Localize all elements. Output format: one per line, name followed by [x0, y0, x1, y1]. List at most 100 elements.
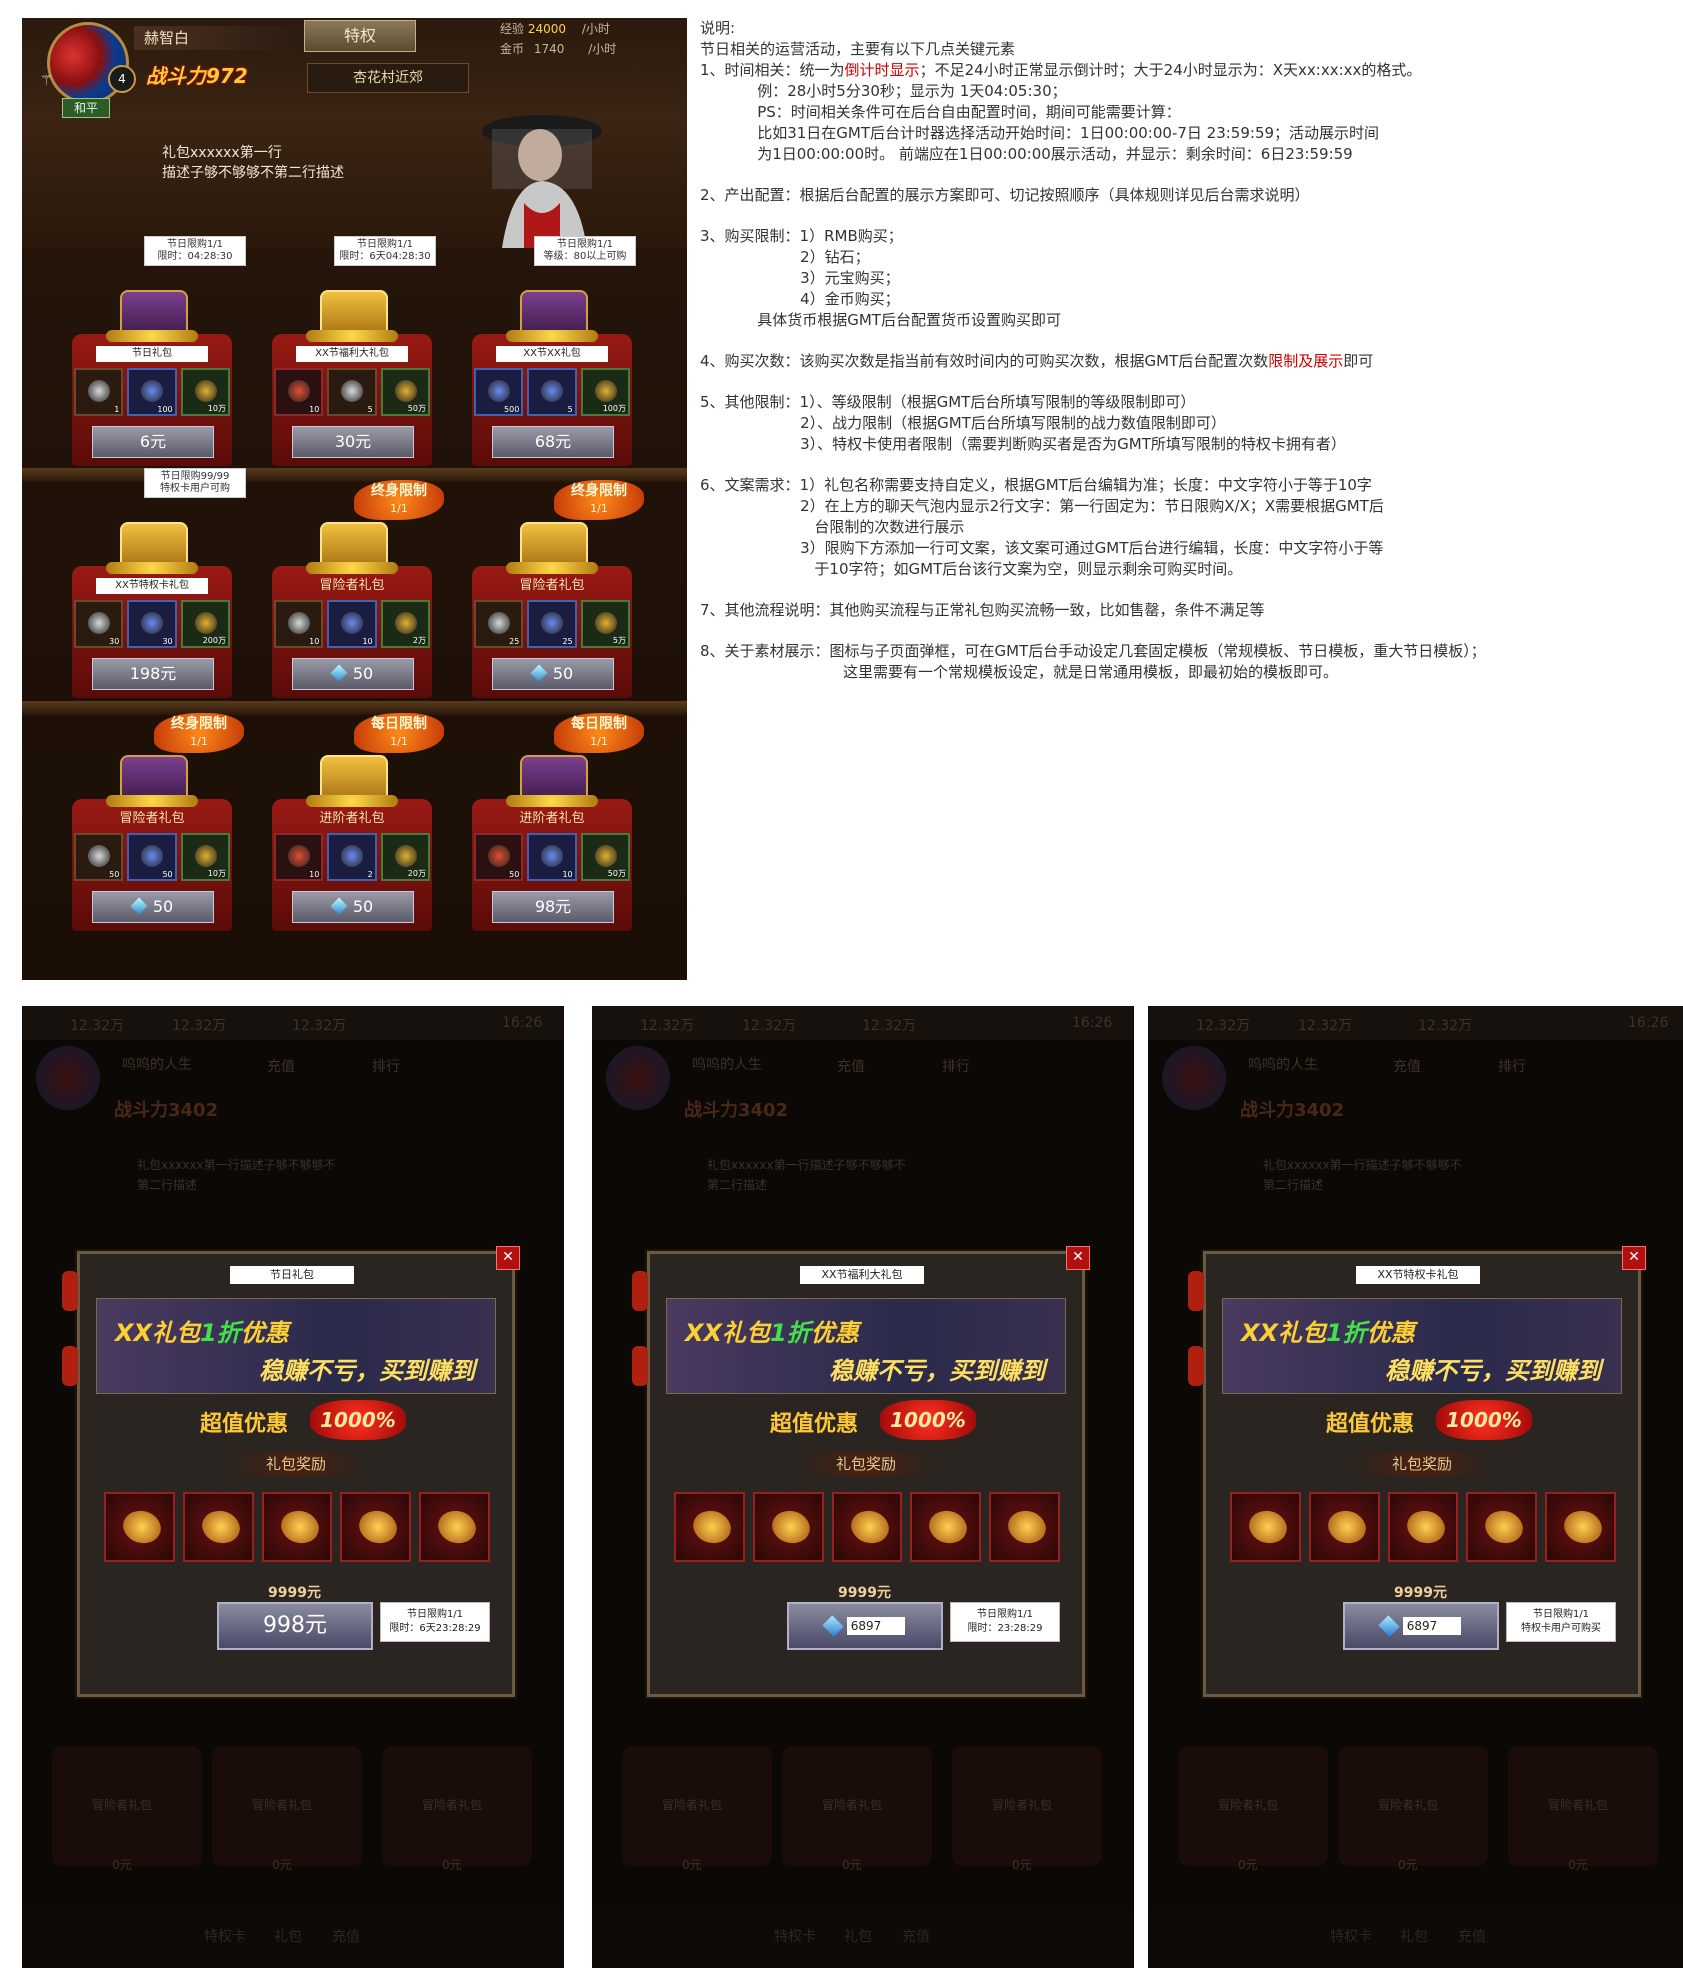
- item-slot[interactable]: 5万: [580, 600, 630, 648]
- buy-button[interactable]: 98元: [492, 891, 614, 923]
- buy-button[interactable]: 198元: [92, 658, 214, 690]
- item-slot[interactable]: 30: [74, 600, 124, 648]
- item-slot[interactable]: 25: [527, 600, 577, 648]
- power-display: 战斗力3402: [114, 1100, 219, 1121]
- value-percent: 1000%: [310, 1400, 406, 1440]
- item-slot[interactable]: 10万: [180, 368, 230, 416]
- peace-badge[interactable]: 和平: [62, 98, 110, 118]
- limit-badge: 终身限制 1/1: [154, 713, 244, 753]
- diamond-icon: [130, 897, 148, 915]
- price-label: 30元: [334, 432, 372, 451]
- gift-card[interactable]: XX节福利大礼包 10 5 50万 30元 节日限购1/1 限时：6天04:28:30: [262, 236, 442, 478]
- item-slot[interactable]: 10: [274, 600, 324, 648]
- reward-slots: [674, 1492, 1060, 1562]
- buy-button[interactable]: 68元: [492, 426, 614, 458]
- item-slot[interactable]: 10: [274, 368, 324, 416]
- item-slot[interactable]: 50: [474, 833, 524, 881]
- popup-screen: 12.32万 12.32万 12.32万 16:26 呜呜的人生 充值 排行 战斗力3402 礼…: [1148, 1006, 1683, 1968]
- item-slot[interactable]: 2万: [380, 600, 430, 648]
- gift-item-slots: 10 2 20万: [274, 833, 430, 881]
- buy-button[interactable]: 50: [292, 891, 414, 923]
- item-slot[interactable]: 10: [274, 833, 324, 881]
- item-slot[interactable]: 500: [474, 368, 524, 416]
- item-slot[interactable]: 50万: [580, 833, 630, 881]
- buy-button[interactable]: 6897: [787, 1602, 943, 1650]
- reward-slot[interactable]: [989, 1492, 1060, 1562]
- gift-card[interactable]: 冒险者礼包 10 10 2万 50 终身限制 1/1: [262, 480, 444, 710]
- reward-slot[interactable]: [340, 1492, 412, 1562]
- limit-note: 节日限购1/1 限时：23:28:29: [950, 1602, 1060, 1642]
- buy-button[interactable]: 50: [492, 658, 614, 690]
- banner-text: XX礼包: [115, 1319, 201, 1347]
- limit-note-line2: 限时：23:28:29: [967, 1623, 1043, 1634]
- reward-slot[interactable]: [1230, 1492, 1301, 1562]
- item-slot[interactable]: 100万: [580, 368, 630, 416]
- gift-name: 进阶者礼包: [519, 811, 585, 826]
- buy-button[interactable]: 30元: [292, 426, 414, 458]
- item-slot[interactable]: 100: [127, 368, 177, 416]
- gift-item-slots: 50 10 50万: [474, 833, 630, 881]
- buy-button[interactable]: 6897: [1343, 1602, 1499, 1650]
- item-quantity: 10: [309, 870, 320, 879]
- item-slot[interactable]: 2: [327, 833, 377, 881]
- tab-ranking: 排行: [942, 1059, 970, 1075]
- item-slot[interactable]: 10: [527, 833, 577, 881]
- reward-slot[interactable]: [831, 1492, 903, 1562]
- reward-slot[interactable]: [674, 1492, 745, 1562]
- gift-card[interactable]: 进阶者礼包 10 2 20万 50 每日限制 1/1: [262, 713, 444, 943]
- buy-button[interactable]: 50: [92, 891, 214, 923]
- gift-card[interactable]: XX节XX礼包 500 5 100万 68元 节日限购1/1 等级：80以上可购: [462, 236, 642, 478]
- close-icon[interactable]: ✕: [496, 1246, 520, 1270]
- gift-item-slots: 30 30 200万: [74, 600, 230, 648]
- item-slot[interactable]: 50万: [380, 368, 430, 416]
- gift-card[interactable]: 冒险者礼包 25 25 5万 50 终身限制 1/1: [462, 480, 644, 710]
- item-slot[interactable]: 25: [474, 600, 524, 648]
- buy-button[interactable]: 50: [292, 658, 414, 690]
- gift-card[interactable]: XX节特权卡礼包 30 30 200万 198元 节日限购99/99 特权卡用户可购: [62, 468, 246, 710]
- item-icon: [288, 612, 310, 634]
- banner-line-1: XX礼包1折优惠: [685, 1313, 859, 1348]
- item-slot[interactable]: 10: [327, 600, 377, 648]
- close-icon[interactable]: ✕: [1066, 1246, 1090, 1270]
- close-icon[interactable]: ✕: [1622, 1246, 1646, 1270]
- item-slot[interactable]: 30: [127, 600, 177, 648]
- reward-slot[interactable]: [1308, 1492, 1380, 1562]
- status-value: 12.32万: [862, 1018, 917, 1034]
- buy-button[interactable]: 998元: [217, 1602, 373, 1650]
- buy-button[interactable]: 6元: [92, 426, 214, 458]
- gold-unit: /小时: [588, 42, 617, 56]
- item-slot[interactable]: 50: [74, 833, 124, 881]
- item-slot[interactable]: 5: [327, 368, 377, 416]
- item-slot[interactable]: 10万: [180, 833, 230, 881]
- gift-detail-modal: XX节特权卡礼包 ✕ XX礼包1折优惠 稳赚不亏，买到赚到 超值优惠 1000% 礼包奖励 9…: [1203, 1246, 1646, 1697]
- reward-slot[interactable]: [182, 1492, 254, 1562]
- reward-slot[interactable]: [1466, 1492, 1538, 1562]
- reward-slot[interactable]: [261, 1492, 333, 1562]
- item-slot[interactable]: 50: [127, 833, 177, 881]
- item-quantity: 10: [309, 405, 320, 414]
- reward-slot[interactable]: [104, 1492, 175, 1562]
- gift-detail-modal: XX节福利大礼包 ✕ XX礼包1折优惠 稳赚不亏，买到赚到 超值优惠 1000% 礼包奖励 9…: [647, 1246, 1090, 1697]
- item-slot[interactable]: 200万: [180, 600, 230, 648]
- item-slot[interactable]: 5: [527, 368, 577, 416]
- limit-tag: 节日限购1/1 限时：04:28:30: [144, 236, 246, 266]
- reward-slot[interactable]: [419, 1492, 490, 1562]
- tab-recharge: 充值: [267, 1059, 295, 1075]
- item-icon: [488, 612, 510, 634]
- gift-card[interactable]: 冒险者礼包 50 50 10万 50 终身限制 1/1: [62, 713, 244, 943]
- privilege-button[interactable]: 特权: [304, 20, 416, 52]
- dim-gift-name: 冒险者礼包: [92, 1798, 153, 1812]
- gift-card[interactable]: 节日礼包 1 100 10万 6元 节日限购1/1 限时：04:28:30: [62, 236, 246, 478]
- wand-icon[interactable]: ⚚: [40, 73, 53, 89]
- reward-slots: [1230, 1492, 1616, 1562]
- item-icon: [141, 845, 164, 867]
- item-quantity: 50: [109, 870, 120, 879]
- reward-slot[interactable]: [1387, 1492, 1459, 1562]
- item-slot[interactable]: 1: [74, 368, 124, 416]
- banner-line-2: 稳赚不亏，买到赚到: [259, 1357, 475, 1385]
- reward-slot[interactable]: [1545, 1492, 1616, 1562]
- reward-slot[interactable]: [910, 1492, 982, 1562]
- reward-slot[interactable]: [752, 1492, 824, 1562]
- gift-card[interactable]: 进阶者礼包 50 10 50万 98元 每日限制 1/1: [462, 713, 644, 943]
- item-slot[interactable]: 20万: [380, 833, 430, 881]
